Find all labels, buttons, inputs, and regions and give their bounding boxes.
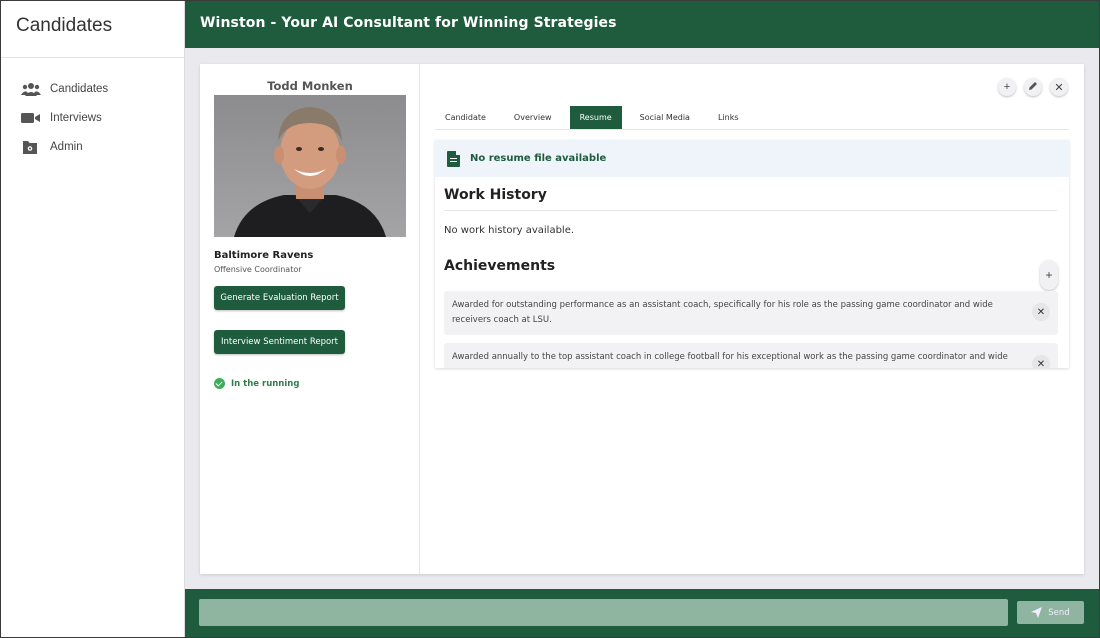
sidebar-item-admin[interactable]: Admin — [1, 132, 184, 161]
candidate-profile: Todd Monken Baltimore Ravens Offensive C… — [200, 64, 420, 574]
plus-icon: + — [1045, 268, 1053, 282]
pencil-icon — [1028, 81, 1038, 94]
achievement-text: Awarded annually to the top assistant co… — [452, 352, 1008, 362]
candidate-role: Offensive Coordinator — [214, 265, 302, 274]
users-icon — [21, 82, 41, 96]
candidate-details: + ✕ Candidate Overview Resume Social Med… — [421, 64, 1084, 574]
header-title: Winston - Your AI Consultant for Winning… — [200, 15, 617, 31]
candidate-card: Todd Monken Baltimore Ravens Offensive C… — [200, 64, 1084, 574]
work-history-title: Work History — [444, 187, 547, 203]
tab-social-media[interactable]: Social Media — [630, 106, 700, 129]
candidate-team: Baltimore Ravens — [214, 250, 314, 261]
app-header: Winston - Your AI Consultant for Winning… — [185, 1, 1099, 48]
resume-file-message: No resume file available — [470, 153, 607, 164]
candidate-photo — [214, 95, 406, 237]
detail-tabs: Candidate Overview Resume Social Media L… — [435, 106, 1069, 130]
add-achievement-button[interactable]: + — [1040, 260, 1058, 290]
remove-achievement-button[interactable]: ✕ — [1032, 303, 1050, 321]
sidebar-item-interviews[interactable]: Interviews — [1, 103, 184, 132]
close-icon: ✕ — [1054, 81, 1064, 94]
edit-button[interactable] — [1024, 78, 1042, 96]
remove-achievement-button[interactable]: ✕ — [1032, 355, 1050, 368]
check-circle-icon — [214, 378, 225, 389]
chat-input[interactable] — [199, 599, 1008, 626]
sidebar-item-label: Admin — [50, 140, 83, 153]
tab-resume[interactable]: Resume — [569, 106, 622, 129]
video-camera-icon — [21, 111, 41, 125]
tab-links[interactable]: Links — [708, 106, 749, 129]
achievements-title: Achievements — [444, 258, 556, 274]
paper-plane-icon — [1031, 607, 1043, 618]
close-button[interactable]: ✕ — [1050, 78, 1068, 96]
resume-file-banner: No resume file available — [435, 140, 1069, 177]
candidate-name: Todd Monken — [267, 79, 353, 93]
app-window: Candidates Candidates Interviews Admin W… — [0, 0, 1100, 638]
add-button[interactable]: + — [998, 78, 1016, 96]
sidebar-nav: Candidates Interviews Admin — [1, 74, 184, 161]
send-button[interactable]: Send — [1017, 601, 1084, 624]
close-icon: ✕ — [1036, 358, 1046, 369]
sidebar-item-label: Interviews — [50, 111, 102, 124]
tab-candidate[interactable]: Candidate — [435, 106, 496, 129]
sidebar: Candidates Candidates Interviews Admin — [1, 1, 185, 637]
close-icon: ✕ — [1036, 306, 1046, 318]
sidebar-item-candidates[interactable]: Candidates — [1, 74, 184, 103]
document-icon — [447, 150, 460, 167]
work-history-empty: No work history available. — [444, 225, 575, 236]
achievement-text: Awarded for outstanding performance as a… — [452, 300, 993, 325]
status-label: In the running — [231, 378, 300, 389]
plus-icon: + — [1003, 81, 1011, 93]
section-divider — [444, 210, 1057, 211]
achievement-item: Awarded annually to the top assistant co… — [444, 343, 1058, 368]
tab-overview[interactable]: Overview — [504, 106, 562, 129]
resume-panel: No resume file available Work History No… — [435, 140, 1069, 368]
send-label: Send — [1048, 607, 1070, 618]
candidate-status: In the running — [214, 378, 299, 389]
sidebar-item-label: Candidates — [50, 82, 109, 95]
interview-sentiment-report-button[interactable]: Interview Sentiment Report — [214, 330, 345, 354]
sidebar-title: Candidates — [1, 1, 184, 58]
chat-footer: Send — [185, 589, 1099, 637]
generate-evaluation-report-button[interactable]: Generate Evaluation Report — [214, 286, 345, 310]
gear-folder-icon — [21, 140, 41, 154]
achievement-item: Awarded for outstanding performance as a… — [444, 291, 1058, 335]
